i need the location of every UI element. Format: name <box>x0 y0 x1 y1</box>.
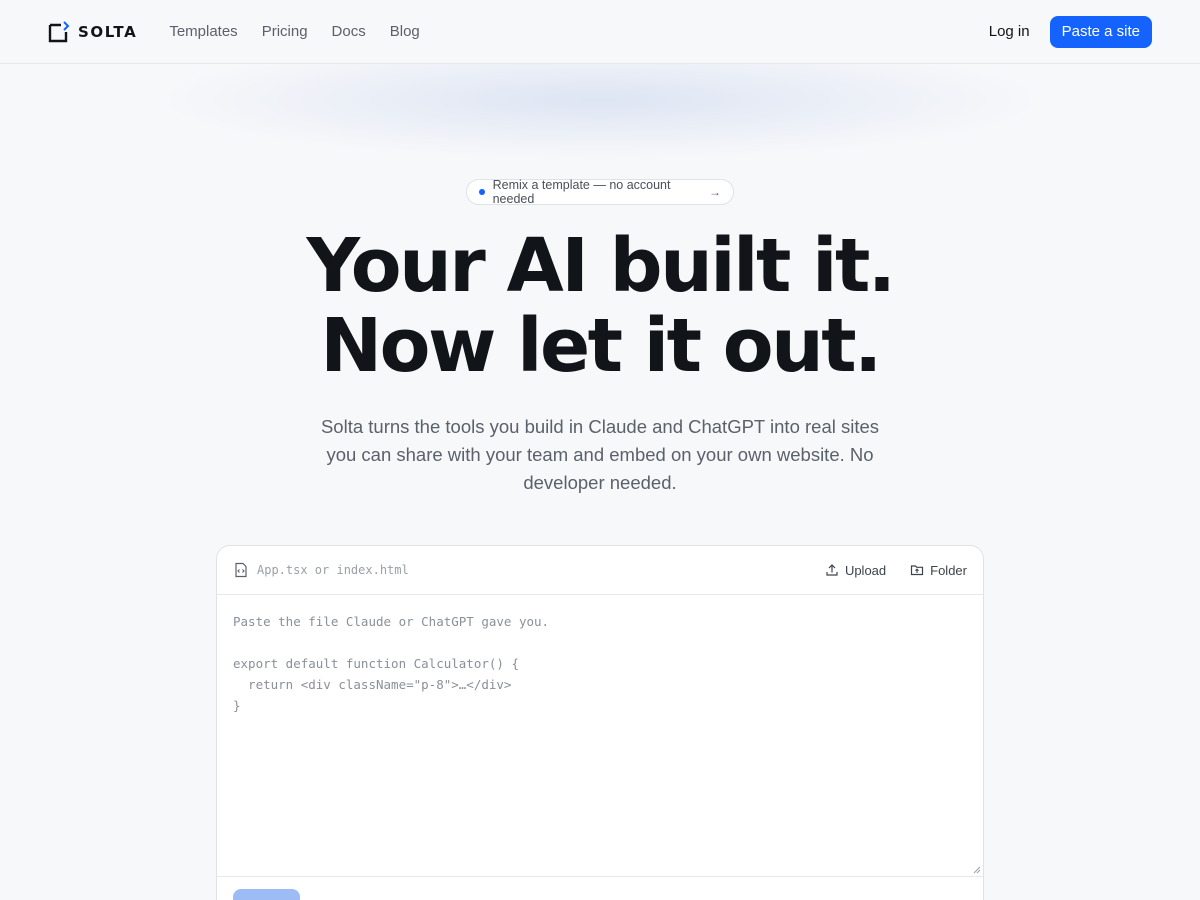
resize-handle-icon[interactable] <box>971 864 981 874</box>
top-nav: SOLTA Templates Pricing Docs Blog Log in… <box>0 0 1200 64</box>
editor-toolbar: App.tsx or index.html Upload Folder <box>217 546 983 595</box>
nav-link-docs[interactable]: Docs <box>332 23 366 40</box>
code-file-icon <box>235 562 247 578</box>
main-nav: Templates Pricing Docs Blog <box>169 23 419 40</box>
hero-title-line-2: Now let it out. <box>320 303 882 389</box>
submit-button[interactable] <box>233 889 300 900</box>
brand-logo[interactable]: SOLTA <box>48 20 138 43</box>
upload-icon <box>826 564 838 576</box>
hero-title: Your AI built it. Now let it out. <box>0 226 1200 386</box>
badge-dot-icon <box>479 189 485 195</box>
code-editor-card: App.tsx or index.html Upload Folder Past… <box>216 545 984 900</box>
upload-label: Upload <box>844 562 887 578</box>
editor-actions: Upload Folder <box>825 563 967 578</box>
nav-link-templates[interactable]: Templates <box>169 23 237 40</box>
folder-icon <box>911 565 924 576</box>
logo-icon <box>48 20 70 42</box>
brand-name: SOLTA <box>78 22 138 41</box>
login-link[interactable]: Log in <box>989 23 1030 40</box>
nav-link-pricing[interactable]: Pricing <box>262 23 308 40</box>
folder-button[interactable]: Folder <box>910 563 967 578</box>
code-textarea[interactable]: Paste the file Claude or ChatGPT gave yo… <box>217 595 983 877</box>
badge-text: Remix a template — no account needed <box>492 178 671 206</box>
code-placeholder: Paste the file Claude or ChatGPT gave yo… <box>233 614 550 713</box>
remix-template-badge[interactable]: Remix a template — no account needed → <box>466 178 734 206</box>
paste-site-button[interactable]: Paste a site <box>1049 15 1152 48</box>
filename-input[interactable]: App.tsx or index.html <box>257 563 409 577</box>
header-actions: Log in Paste a site <box>989 15 1152 48</box>
arrow-right-icon: → <box>709 185 721 199</box>
nav-link-blog[interactable]: Blog <box>390 23 420 40</box>
folder-label: Folder <box>930 562 967 578</box>
upload-button[interactable]: Upload <box>825 563 886 578</box>
hero-subtitle: Solta turns the tools you build in Claud… <box>320 416 880 493</box>
hero-title-line-1: Your AI built it. <box>306 223 896 309</box>
